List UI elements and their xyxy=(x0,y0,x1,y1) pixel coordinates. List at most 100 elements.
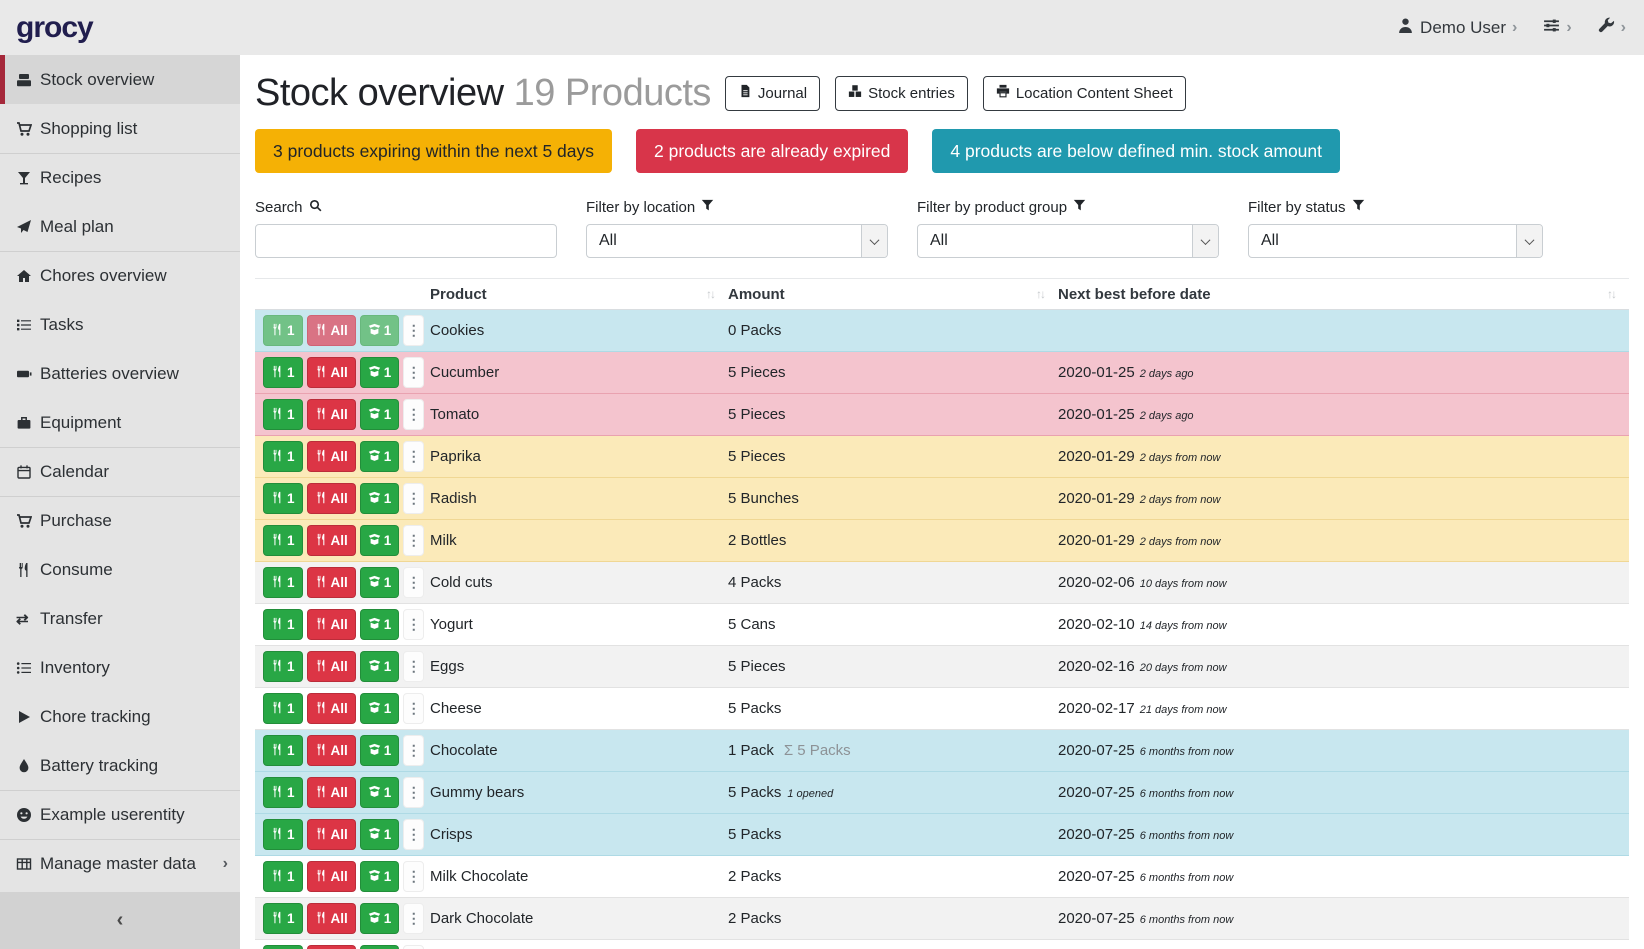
best-before-note: 6 months from now xyxy=(1140,872,1234,884)
consume-one-button[interactable]: 1 xyxy=(263,525,303,556)
open-one-button[interactable]: 1 xyxy=(360,777,400,808)
open-one-button[interactable]: 1 xyxy=(360,693,400,724)
consume-one-button[interactable]: 1 xyxy=(263,777,303,808)
row-menu-button[interactable]: ⋮ xyxy=(403,777,424,808)
sidebar-collapse-button[interactable]: ‹ xyxy=(0,892,240,949)
open-one-button[interactable]: 1 xyxy=(360,903,400,934)
consume-all-button[interactable]: All xyxy=(307,819,356,850)
app-logo[interactable]: grocy xyxy=(16,11,93,45)
row-menu-button[interactable]: ⋮ xyxy=(403,651,424,682)
row-menu-button[interactable]: ⋮ xyxy=(403,735,424,766)
consume-all-button[interactable]: All xyxy=(307,903,356,934)
consume-all-button[interactable]: All xyxy=(307,357,356,388)
open-one-button[interactable]: 1 xyxy=(360,567,400,598)
consume-one-button[interactable]: 1 xyxy=(263,483,303,514)
consume-one-button[interactable]: 1 xyxy=(263,651,303,682)
sidebar-item-recipes[interactable]: Recipes xyxy=(0,153,240,202)
row-menu-button[interactable]: ⋮ xyxy=(403,525,424,556)
consume-all-button[interactable]: All xyxy=(307,651,356,682)
open-one-button[interactable]: 1 xyxy=(360,399,400,430)
open-one-button[interactable]: 1 xyxy=(360,441,400,472)
consume-one-button[interactable]: 1 xyxy=(263,315,303,346)
consume-all-button[interactable]: All xyxy=(307,399,356,430)
user-menu[interactable]: Demo User › xyxy=(1397,17,1517,39)
open-one-button[interactable]: 1 xyxy=(360,315,400,346)
consume-all-button[interactable]: All xyxy=(307,441,356,472)
consume-one-button[interactable]: 1 xyxy=(263,819,303,850)
sidebar-item-manage-master-data[interactable]: Manage master data› xyxy=(0,839,240,888)
admin-menu[interactable]: › xyxy=(1598,17,1626,39)
open-one-button[interactable]: 1 xyxy=(360,735,400,766)
open-one-button[interactable]: 1 xyxy=(360,483,400,514)
open-one-button[interactable]: 1 xyxy=(360,525,400,556)
sidebar-item-transfer[interactable]: ⇄Transfer xyxy=(0,594,240,643)
consume-one-button[interactable]: 1 xyxy=(263,567,303,598)
consume-one-button[interactable]: 1 xyxy=(263,735,303,766)
consume-all-button[interactable]: All xyxy=(307,525,356,556)
sidebar-item-batteries-overview[interactable]: Batteries overview xyxy=(0,349,240,398)
sidebar-item-chores-overview[interactable]: Chores overview xyxy=(0,251,240,300)
row-menu-button[interactable]: ⋮ xyxy=(403,399,424,430)
sidebar-item-calendar[interactable]: Calendar xyxy=(0,447,240,496)
below-min-stock-alert[interactable]: 4 products are below defined min. stock … xyxy=(932,129,1340,173)
sidebar-item-example-userentity[interactable]: Example userentity xyxy=(0,790,240,839)
open-one-button[interactable]: 1 xyxy=(360,357,400,388)
search-input[interactable] xyxy=(255,224,557,258)
consume-all-button[interactable]: All xyxy=(307,945,356,949)
location-content-sheet-button[interactable]: Location Content Sheet xyxy=(983,76,1186,111)
consume-one-button[interactable]: 1 xyxy=(263,441,303,472)
expiring-alert[interactable]: 3 products expiring within the next 5 da… xyxy=(255,129,612,173)
consume-all-button[interactable]: All xyxy=(307,483,356,514)
row-menu-button[interactable]: ⋮ xyxy=(403,861,424,892)
row-menu-button[interactable]: ⋮ xyxy=(403,903,424,934)
consume-one-button[interactable]: 1 xyxy=(263,357,303,388)
sidebar-item-equipment[interactable]: Equipment xyxy=(0,398,240,447)
row-menu-button[interactable]: ⋮ xyxy=(403,945,424,949)
consume-one-button[interactable]: 1 xyxy=(263,399,303,430)
open-one-button[interactable]: 1 xyxy=(360,609,400,640)
expired-alert[interactable]: 2 products are already expired xyxy=(636,129,908,173)
sidebar-item-inventory[interactable]: Inventory xyxy=(0,643,240,692)
product-group-select[interactable]: All xyxy=(917,224,1219,258)
row-menu-button[interactable]: ⋮ xyxy=(403,567,424,598)
row-menu-button[interactable]: ⋮ xyxy=(403,609,424,640)
best-before-column-header[interactable]: Next best before date ↑↓ xyxy=(1058,286,1629,303)
consume-all-button[interactable]: All xyxy=(307,567,356,598)
consume-all-button[interactable]: All xyxy=(307,693,356,724)
sidebar-item-tasks[interactable]: Tasks xyxy=(0,300,240,349)
sidebar-item-battery-tracking[interactable]: Battery tracking xyxy=(0,741,240,790)
sidebar-item-purchase[interactable]: Purchase xyxy=(0,496,240,545)
consume-all-button[interactable]: All xyxy=(307,735,356,766)
open-one-button[interactable]: 1 xyxy=(360,819,400,850)
journal-button[interactable]: Journal xyxy=(725,76,820,111)
status-select[interactable]: All xyxy=(1248,224,1543,258)
consume-all-button[interactable]: All xyxy=(307,609,356,640)
consume-all-button[interactable]: All xyxy=(307,777,356,808)
sidebar-item-chore-tracking[interactable]: Chore tracking xyxy=(0,692,240,741)
location-select[interactable]: All xyxy=(586,224,888,258)
consume-one-button[interactable]: 1 xyxy=(263,903,303,934)
row-menu-button[interactable]: ⋮ xyxy=(403,357,424,388)
sidebar-item-shopping-list[interactable]: Shopping list xyxy=(0,104,240,153)
open-one-button[interactable]: 1 xyxy=(360,651,400,682)
open-one-button[interactable]: 1 xyxy=(360,945,400,949)
row-menu-button[interactable]: ⋮ xyxy=(403,819,424,850)
open-one-button[interactable]: 1 xyxy=(360,861,400,892)
sidebar-item-stock-overview[interactable]: Stock overview xyxy=(0,55,240,104)
amount-column-header[interactable]: Amount ↑↓ xyxy=(728,286,1058,303)
settings-menu[interactable]: › xyxy=(1543,17,1571,39)
consume-one-button[interactable]: 1 xyxy=(263,693,303,724)
stock-entries-button[interactable]: Stock entries xyxy=(835,76,968,111)
product-column-header[interactable]: Product ↑↓ xyxy=(430,286,728,303)
consume-one-button[interactable]: 1 xyxy=(263,861,303,892)
row-menu-button[interactable]: ⋮ xyxy=(403,441,424,472)
row-menu-button[interactable]: ⋮ xyxy=(403,483,424,514)
consume-all-button[interactable]: All xyxy=(307,315,356,346)
consume-one-button[interactable]: 1 xyxy=(263,945,303,949)
sidebar-item-meal-plan[interactable]: Meal plan xyxy=(0,202,240,251)
sidebar-item-consume[interactable]: Consume xyxy=(0,545,240,594)
row-menu-button[interactable]: ⋮ xyxy=(403,315,424,346)
consume-one-button[interactable]: 1 xyxy=(263,609,303,640)
row-menu-button[interactable]: ⋮ xyxy=(403,693,424,724)
consume-all-button[interactable]: All xyxy=(307,861,356,892)
